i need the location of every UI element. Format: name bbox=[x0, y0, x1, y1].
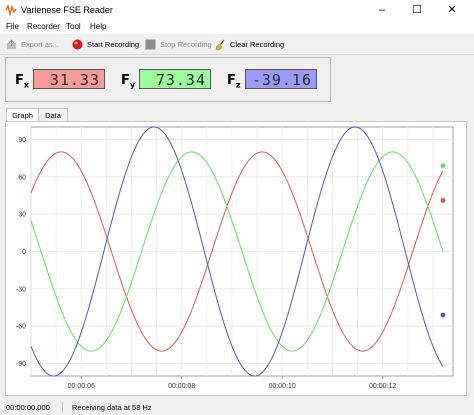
start-recording-button[interactable]: Start Recording bbox=[72, 37, 139, 51]
y-tick-label: -90 bbox=[16, 361, 26, 368]
stop-recording-label: Stop Recording bbox=[160, 39, 212, 49]
maximize-button[interactable]: ☐ bbox=[401, 0, 433, 20]
x-tick-label: 00:00:08 bbox=[168, 383, 195, 390]
broom-icon bbox=[215, 39, 225, 50]
status-separator bbox=[62, 402, 63, 412]
fx-label: Fx bbox=[15, 73, 30, 90]
start-recording-label: Start Recording bbox=[87, 39, 140, 49]
x-tick-label: 00:00:10 bbox=[269, 383, 296, 390]
status-time: 00:00:00.000 bbox=[6, 403, 50, 412]
toolbar: Export as... Start Recording Stop Record… bbox=[0, 34, 474, 55]
title-bar: Varienese FSE Reader – ☐ ✕ bbox=[0, 0, 474, 20]
clear-recording-label: Clear Recording bbox=[230, 39, 285, 49]
stop-icon bbox=[145, 39, 156, 49]
close-button[interactable]: ✕ bbox=[436, 0, 468, 20]
fy-label: Fy bbox=[121, 73, 136, 90]
menu-file[interactable]: File bbox=[6, 22, 19, 31]
series-endpoint-3 bbox=[440, 312, 446, 318]
status-message: Receiving data at 58 Hz bbox=[72, 403, 152, 412]
y-tick-label: 90 bbox=[18, 137, 26, 144]
y-tick-label: -60 bbox=[16, 324, 26, 331]
series-endpoint-2 bbox=[440, 163, 446, 168]
fy-value-display: 73.34 bbox=[139, 69, 211, 89]
export-label: Export as... bbox=[21, 39, 59, 49]
export-button[interactable]: Export as... bbox=[6, 37, 59, 51]
fz-value-display: -39.16 bbox=[245, 69, 317, 89]
force-readout-panel: Fx 31.33 Fy 73.34 Fz -39.16 bbox=[5, 57, 331, 102]
fx-value-display: 31.33 bbox=[33, 69, 105, 89]
record-icon bbox=[72, 39, 83, 49]
stop-recording-button[interactable]: Stop Recording bbox=[145, 37, 212, 51]
fz-label: Fz bbox=[227, 73, 241, 90]
export-icon bbox=[7, 38, 16, 49]
force-chart: 90 60 30 0 -30 -60 -90 00:00:06 00:00:08 00:00:10… bbox=[16, 126, 454, 390]
menu-tool[interactable]: Tool bbox=[66, 22, 81, 31]
app-icon bbox=[5, 4, 17, 16]
y-tick-label: 0 bbox=[22, 249, 26, 256]
x-tick-label: 00:00:06 bbox=[68, 383, 95, 390]
window-title: Varienese FSE Reader bbox=[21, 5, 113, 15]
minimize-button[interactable]: – bbox=[366, 0, 398, 20]
menu-bar: File Recorder Tool Help bbox=[0, 20, 474, 34]
menu-help[interactable]: Help bbox=[90, 22, 106, 31]
graph-panel: 90 60 30 0 -30 -60 -90 00:00:06 00:00:08 00:00:10… bbox=[5, 121, 467, 396]
x-tick-label: 00:00:12 bbox=[369, 383, 396, 390]
status-bar: 00:00:00.000 Receiving data at 58 Hz bbox=[0, 399, 474, 415]
clear-recording-button[interactable]: Clear Recording bbox=[215, 37, 284, 51]
y-tick-label: -30 bbox=[16, 286, 26, 293]
y-tick-label: 30 bbox=[18, 212, 26, 219]
menu-recorder[interactable]: Recorder bbox=[27, 22, 60, 31]
tab-data[interactable]: Data bbox=[38, 108, 68, 122]
y-tick-label: 60 bbox=[18, 174, 26, 181]
series-endpoint-1 bbox=[440, 198, 446, 203]
